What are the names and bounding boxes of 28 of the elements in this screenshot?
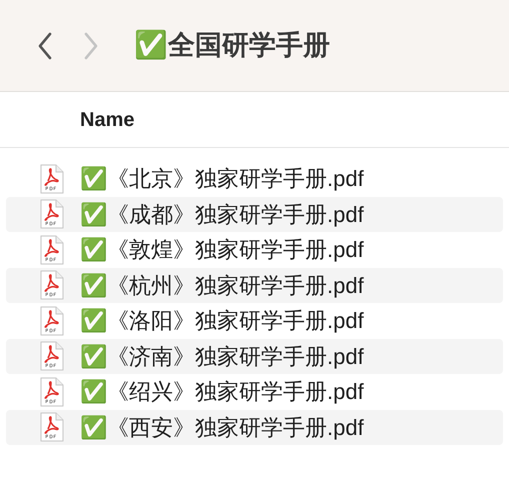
file-row[interactable]: ✅《成都》独家研学手册.pdf [6, 196, 503, 232]
file-row[interactable]: ✅《绍兴》独家研学手册.pdf [6, 374, 503, 410]
file-name: ✅《敦煌》独家研学手册.pdf [80, 236, 364, 264]
file-name: ✅《济南》独家研学手册.pdf [80, 342, 364, 371]
pdf-file-icon [40, 412, 64, 442]
pdf-file-icon [40, 376, 64, 407]
pdf-file-icon [40, 341, 64, 372]
file-name: ✅《洛阳》独家研学手册.pdf [80, 307, 364, 336]
file-row[interactable]: ✅《北京》独家研学手册.pdf [6, 161, 503, 196]
pdf-file-icon [40, 164, 64, 194]
file-row[interactable]: ✅《杭州》独家研学手册.pdf [6, 268, 503, 303]
pdf-file-icon [40, 306, 64, 336]
file-name: ✅《北京》独家研学手册.pdf [80, 165, 364, 194]
forward-icon [82, 30, 100, 62]
pdf-file-icon [40, 270, 64, 300]
file-row[interactable]: ✅《洛阳》独家研学手册.pdf [6, 303, 503, 338]
file-name: ✅《杭州》独家研学手册.pdf [80, 272, 364, 300]
pdf-file-icon [40, 199, 64, 230]
file-name: ✅《成都》独家研学手册.pdf [80, 200, 364, 229]
file-name: ✅《西安》独家研学手册.pdf [80, 414, 364, 442]
file-row[interactable]: ✅《济南》独家研学手册.pdf [6, 338, 503, 374]
file-row[interactable]: ✅《敦煌》独家研学手册.pdf [6, 232, 503, 268]
file-name: ✅《绍兴》独家研学手册.pdf [80, 378, 364, 406]
pdf-file-icon [40, 234, 64, 265]
column-header[interactable]: Name [80, 104, 134, 134]
window-title: ✅全国研学手册 [134, 28, 330, 62]
file-row[interactable]: ✅《西安》独家研学手册.pdf [6, 410, 503, 445]
back-icon [36, 30, 54, 62]
